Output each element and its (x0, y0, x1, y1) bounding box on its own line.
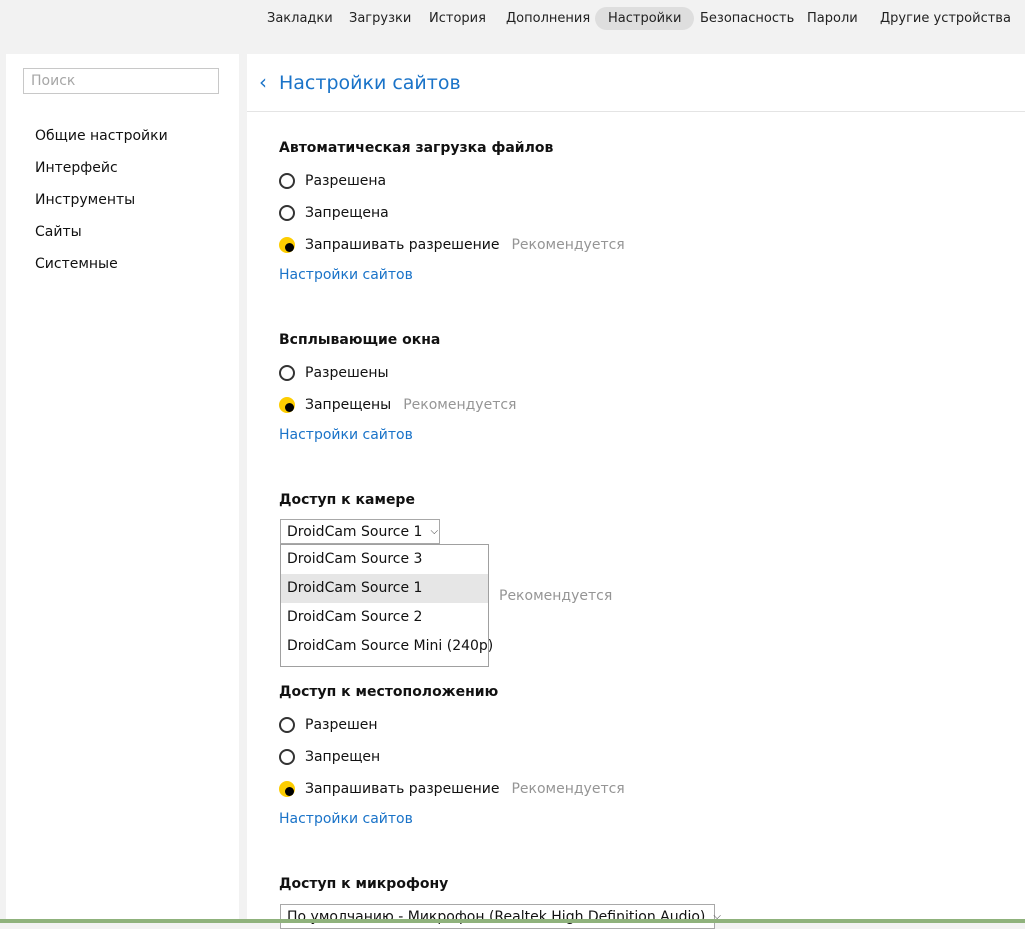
location-option-denied[interactable]: Запрещен (279, 747, 380, 767)
tab-bookmarks[interactable]: Закладки (254, 7, 346, 30)
microphone-select[interactable]: По умолчанию - Микрофон (Realtek High De… (280, 904, 721, 929)
camera-select-value: DroidCam Source 1 (287, 523, 423, 540)
radio-label: Запрещены (305, 397, 392, 413)
sidebar-item-general[interactable]: Общие настройки (35, 128, 168, 144)
recommended-badge: Рекомендуется (499, 588, 613, 604)
camera-option-highlighted[interactable]: DroidCam Source 1 (281, 574, 488, 603)
camera-option[interactable]: DroidCam Source 3 (281, 545, 488, 574)
radio-label: Запрещен (305, 749, 381, 765)
radio-label: Запрещена (305, 205, 389, 221)
sidebar: Общие настройки Интерфейс Инструменты Са… (6, 54, 239, 923)
page-header: ‹ Настройки сайтов (247, 54, 1025, 112)
location-site-settings-link[interactable]: Настройки сайтов (279, 811, 413, 827)
radio-button-selected[interactable] (279, 397, 295, 413)
camera-select[interactable]: DroidCam Source 1 ⌵ (280, 519, 440, 544)
downloads-option-denied[interactable]: Запрещена (279, 203, 389, 223)
downloads-option-ask[interactable]: Запрашивать разрешение Рекомендуется (279, 235, 625, 255)
popups-section-title: Всплывающие окна (279, 332, 441, 348)
radio-label: Запрашивать разрешение (305, 237, 500, 253)
page-title: Настройки сайтов (279, 72, 461, 94)
camera-option[interactable]: DroidCam Source 2 (281, 603, 488, 632)
search-input[interactable] (23, 68, 219, 94)
tab-history[interactable]: История (416, 7, 499, 30)
downloads-section-title: Автоматическая загрузка файлов (279, 140, 554, 156)
camera-dropdown-list: DroidCam Source 3 DroidCam Source 1 Droi… (280, 544, 493, 667)
camera-option[interactable]: DroidCam Source Mini (240p) (281, 632, 493, 661)
tab-extensions[interactable]: Дополнения (493, 7, 603, 30)
popups-option-allowed[interactable]: Разрешены (279, 363, 389, 383)
recommended-badge: Рекомендуется (511, 237, 625, 253)
radio-label: Разрешены (305, 365, 389, 381)
radio-label: Запрашивать разрешение (305, 781, 500, 797)
sidebar-item-sites[interactable]: Сайты (35, 224, 82, 240)
location-option-allowed[interactable]: Разрешен (279, 715, 378, 735)
radio-button[interactable] (279, 173, 295, 189)
recommended-badge: Рекомендуется (511, 781, 625, 797)
popups-option-denied[interactable]: Запрещены Рекомендуется (279, 395, 516, 415)
tab-other-devices[interactable]: Другие устройства (867, 7, 1024, 30)
sidebar-item-tools[interactable]: Инструменты (35, 192, 135, 208)
recommended-badge: Рекомендуется (403, 397, 517, 413)
camera-section-title: Доступ к камере (279, 492, 415, 508)
sidebar-item-system[interactable]: Системные (35, 256, 118, 272)
chevron-down-icon: ⌵ (430, 526, 439, 537)
radio-button[interactable] (279, 717, 295, 733)
radio-button-selected[interactable] (279, 781, 295, 797)
taskbar-edge (0, 919, 1025, 923)
radio-button[interactable] (279, 205, 295, 221)
radio-button[interactable] (279, 365, 295, 381)
radio-label: Разрешен (305, 717, 378, 733)
radio-button[interactable] (279, 749, 295, 765)
radio-label: Разрешена (305, 173, 387, 189)
microphone-section-title: Доступ к микрофону (279, 876, 449, 892)
tab-downloads[interactable]: Загрузки (336, 7, 424, 30)
downloads-site-settings-link[interactable]: Настройки сайтов (279, 267, 413, 283)
tab-passwords[interactable]: Пароли (794, 7, 871, 30)
location-option-ask[interactable]: Запрашивать разрешение Рекомендуется (279, 779, 625, 799)
tab-security[interactable]: Безопасность (687, 7, 807, 30)
main-panel: ‹ Настройки сайтов Автоматическая загруз… (247, 54, 1025, 929)
top-navigation: Закладки Загрузки История Дополнения Нас… (0, 0, 1025, 40)
popups-site-settings-link[interactable]: Настройки сайтов (279, 427, 413, 443)
location-section-title: Доступ к местоположению (279, 684, 499, 700)
chevron-left-icon[interactable]: ‹ (259, 70, 267, 94)
sidebar-item-interface[interactable]: Интерфейс (35, 160, 118, 176)
tab-settings[interactable]: Настройки (595, 7, 695, 30)
radio-button-selected[interactable] (279, 237, 295, 253)
downloads-option-allowed[interactable]: Разрешена (279, 171, 386, 191)
